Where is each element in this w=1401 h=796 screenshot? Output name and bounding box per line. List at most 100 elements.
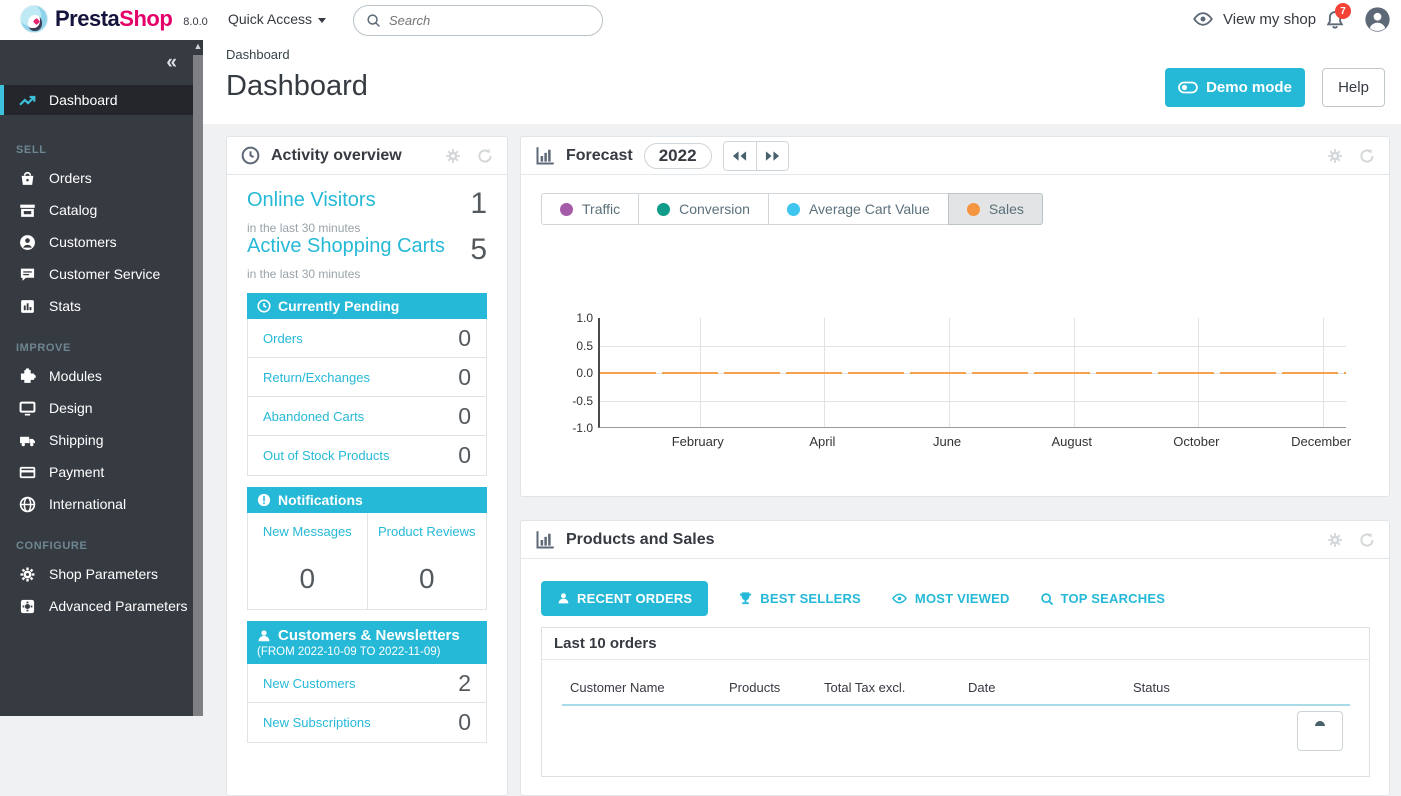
sidebar-item-payment[interactable]: Payment [0,456,193,488]
y-axis-tick-label: 1.0 [553,311,593,325]
sidebar-collapse-button[interactable]: « [166,52,175,74]
sidebar-item-orders[interactable]: Orders [0,162,193,194]
notification-link[interactable]: Product Reviews [378,524,476,539]
forecast-tab-label: Average Cart Value [809,201,930,217]
products-tab-best-sellers[interactable]: BEST SELLERS [738,591,861,606]
products-tab-recent-orders[interactable]: RECENT ORDERS [541,581,708,616]
quick-access-label: Quick Access [228,11,312,27]
refresh-icon[interactable] [1359,532,1375,548]
next-year-button[interactable] [756,142,788,170]
help-button[interactable]: Help [1322,68,1385,107]
refresh-icon[interactable] [1359,148,1375,164]
forecast-plot-area [598,318,1346,428]
notifications-button[interactable]: 7 [1325,9,1345,31]
notification-link[interactable]: New Messages [263,524,352,539]
top-bar: PrestaShop 8.0.0 Quick Access View my sh… [0,0,1401,40]
products-tab-label: RECENT ORDERS [577,591,692,606]
customers-newsletters-list: New Customers 2 New Subscriptions0 [247,664,487,743]
forecast-tab-average-cart-value[interactable]: Average Cart Value [768,193,949,225]
year-selector[interactable]: 2022 [644,143,712,169]
breadcrumb[interactable]: Dashboard [226,47,290,62]
y-axis-tick-label: -1.0 [553,421,593,435]
forecast-chart: 1.00.50.0-0.5-1.0FebruaryAprilJuneAugust… [521,247,1389,447]
trending-up-icon [19,92,36,109]
products-sales-tabs: RECENT ORDERS BEST SELLERS MOST VIEWED TOP … [541,581,1165,616]
x-axis-tick-label: February [672,434,724,449]
list-item-value: 0 [458,364,471,391]
bar-chart-icon [535,146,555,166]
sidebar-item-stats[interactable]: Stats [0,290,193,322]
sidebar-scrollbar[interactable]: ▲ [193,40,203,716]
series-color-dot [560,203,573,216]
version-label: 8.0.0 [183,16,207,28]
sidebar-item-modules[interactable]: Modules [0,360,193,392]
sidebar-item-advanced-parameters[interactable]: Advanced Parameters [0,590,193,622]
customers-newsletters-title: Customers & Newsletters [278,627,460,644]
person-icon [257,629,271,643]
search-input[interactable] [389,13,569,28]
list-item-link[interactable]: New Subscriptions [263,715,371,730]
gear-icon[interactable] [445,148,461,164]
products-tab-top-searches[interactable]: TOP SEARCHES [1040,591,1166,606]
sidebar-item-label: International [49,496,126,512]
search-icon [366,13,381,28]
forecast-panel: Forecast 2022 TrafficConversion Average C… [520,136,1390,497]
prestashop-logo[interactable]: PrestaShop 8.0.0 [20,5,208,33]
list-item: Orders0 [248,319,486,358]
view-my-shop-link[interactable]: View my shop [1192,9,1316,29]
forecast-panel-title: Forecast [566,147,633,165]
profile-button[interactable] [1364,6,1391,33]
activity-panel-title: Activity overview [271,147,402,165]
gear-icon[interactable] [1327,532,1343,548]
sidebar-item-customer-service[interactable]: Customer Service [0,258,193,290]
list-item-value: 2 [458,670,471,697]
orders-column-header: Total Tax excl. [824,680,905,695]
sidebar-item-shipping[interactable]: Shipping [0,424,193,456]
list-item-link[interactable]: Out of Stock Products [263,448,389,463]
sidebar-item-design[interactable]: Design [0,392,193,424]
series-color-dot [787,203,800,216]
shop-parameters-icon [19,566,36,583]
list-item-link[interactable]: Abandoned Carts [263,409,364,424]
notification-column: New Messages0 [248,513,367,609]
currently-pending-header: Currently Pending [247,293,487,319]
sidebar-item-dashboard[interactable]: Dashboard [0,85,193,115]
refresh-icon[interactable] [477,148,493,164]
sidebar-item-international[interactable]: International [0,488,193,520]
products-tab-label: MOST VIEWED [915,591,1010,606]
quick-access-menu[interactable]: Quick Access [228,11,326,27]
list-item-link[interactable]: Orders [263,331,303,346]
sidebar-item-label: Payment [49,464,104,480]
forecast-tab-conversion[interactable]: Conversion [638,193,769,225]
notification-value: 0 [372,563,483,595]
sidebar-item-shop-parameters[interactable]: Shop Parameters [0,558,193,590]
modules-icon [19,368,36,385]
forecast-tab-sales[interactable]: Sales [948,193,1043,225]
chevron-down-icon [318,18,326,23]
activity-stat-value: 1 [470,189,487,219]
y-axis-tick-label: 0.5 [553,339,593,353]
user-icon [557,592,570,605]
catalog-icon [19,202,36,219]
series-color-dot [967,203,980,216]
sidebar-item-customers[interactable]: Customers [0,226,193,258]
activity-stat-link[interactable]: Active Shopping Carts [247,235,445,258]
series-color-dot [657,203,670,216]
demo-mode-button[interactable]: Demo mode [1165,68,1305,107]
sidebar-item-catalog[interactable]: Catalog [0,194,193,226]
currently-pending-title: Currently Pending [278,298,399,314]
scroll-up-icon[interactable]: ▲ [193,40,203,55]
products-tab-most-viewed[interactable]: MOST VIEWED [891,591,1010,606]
forecast-tab-traffic[interactable]: Traffic [541,193,639,225]
list-item-link[interactable]: Return/Exchanges [263,370,370,385]
gear-icon[interactable] [1327,148,1343,164]
previous-year-button[interactable] [724,142,756,170]
list-item-link[interactable]: New Customers [263,676,355,691]
list-item: New Subscriptions0 [248,703,486,742]
last-orders-title: Last 10 orders [542,628,1369,660]
search-box[interactable] [353,5,603,36]
order-details-button[interactable] [1297,711,1343,751]
customers-newsletters-header: Customers & Newsletters (FROM 2022-10-09… [247,621,487,664]
list-item: Abandoned Carts0 [248,397,486,436]
activity-stat-link[interactable]: Online Visitors [247,189,376,212]
